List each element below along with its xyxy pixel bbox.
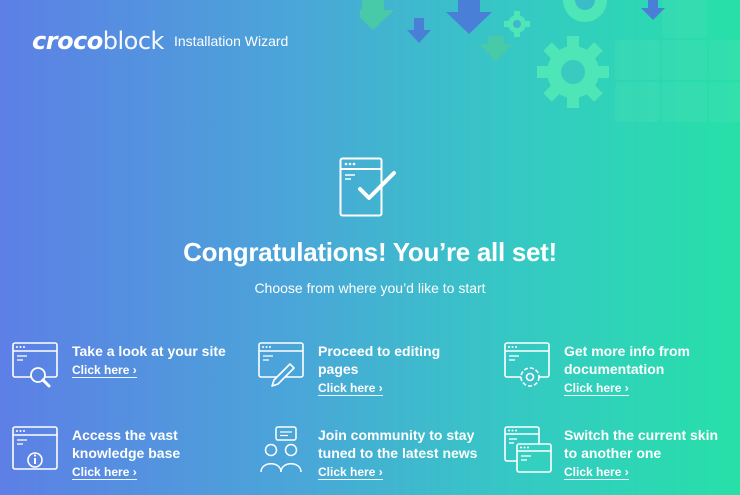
click-here-link[interactable]: Click here › bbox=[72, 465, 137, 480]
card-label: Take a look at your site bbox=[72, 343, 226, 359]
card-knowledge-base: Access the vast knowledge base Click her… bbox=[12, 426, 232, 486]
browser-info-icon bbox=[12, 426, 58, 470]
card-view-site: Take a look at your site Click here › bbox=[12, 342, 232, 402]
decorative-gears-puzzle-illustration bbox=[360, 0, 740, 122]
card-label: Get more info from documentation bbox=[564, 343, 691, 377]
click-here-link[interactable]: Click here › bbox=[564, 381, 629, 396]
card-label: Join community to stay tuned to the late… bbox=[318, 427, 478, 461]
header: croco block Installation Wizard bbox=[32, 26, 288, 56]
click-here-link[interactable]: Click here › bbox=[72, 363, 137, 378]
card-switch-skin: Switch the current skin to another one C… bbox=[504, 426, 724, 486]
click-here-link[interactable]: Click here › bbox=[564, 465, 629, 480]
card-label: Access the vast knowledge base bbox=[72, 427, 181, 461]
page-title: Congratulations! You’re all set! bbox=[183, 237, 557, 267]
browser-edit-icon bbox=[258, 342, 304, 387]
click-here-link[interactable]: Click here › bbox=[318, 381, 383, 396]
card-documentation: Get more info from documentation Click h… bbox=[504, 342, 724, 402]
card-label: Switch the current skin to another one bbox=[564, 427, 719, 461]
community-icon bbox=[260, 426, 302, 473]
browser-gear-icon bbox=[504, 342, 550, 387]
crocoblock-logo: croco block bbox=[32, 29, 164, 53]
browser-checkmark-icon bbox=[339, 157, 396, 217]
card-label: Proceed to editing pages bbox=[318, 343, 441, 377]
logo-light-text: block bbox=[102, 27, 165, 55]
browser-search-icon bbox=[12, 342, 58, 388]
wizard-title: Installation Wizard bbox=[173, 33, 289, 49]
click-here-link[interactable]: Click here › bbox=[318, 465, 383, 480]
card-edit-pages: Proceed to editing pages Click here › bbox=[258, 342, 478, 402]
page-subtitle: Choose from where you’d like to start bbox=[254, 280, 486, 296]
browser-skin-icon bbox=[504, 426, 552, 473]
logo-bold-text: croco bbox=[32, 27, 103, 55]
card-community: Join community to stay tuned to the late… bbox=[258, 426, 478, 486]
